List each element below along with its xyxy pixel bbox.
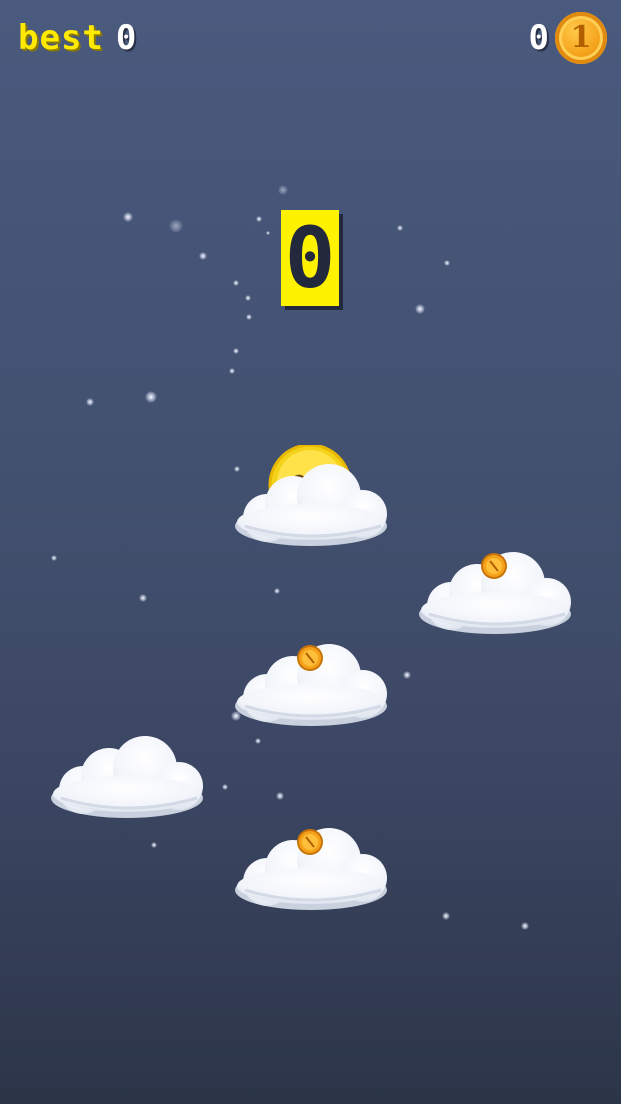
- best-label: best: [18, 18, 104, 58]
- cloud-platform: [49, 734, 205, 820]
- coin-icon-value: 1: [570, 20, 592, 55]
- coin-count: 0: [528, 18, 549, 58]
- coin-icon: [296, 644, 324, 672]
- coin-icon: 1: [555, 12, 607, 64]
- best-score-display: best 0: [18, 18, 136, 58]
- coin-counter: 0 1: [529, 12, 607, 64]
- coin-icon: [296, 828, 324, 856]
- cloud-platform: [233, 462, 389, 548]
- current-score: 0: [281, 210, 339, 306]
- current-score-value: 0: [284, 209, 336, 307]
- best-value: 0: [115, 18, 137, 58]
- coin-icon: [480, 552, 508, 580]
